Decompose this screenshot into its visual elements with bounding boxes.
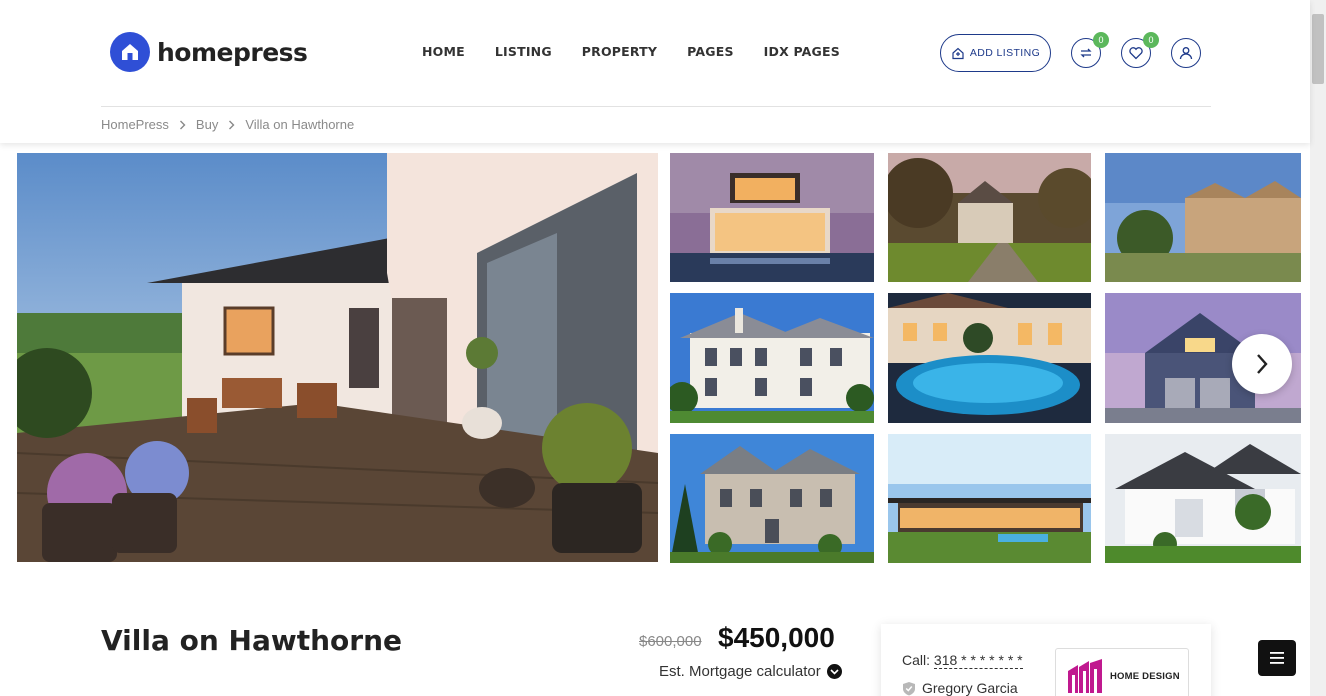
favorites-button[interactable]: 0 — [1121, 32, 1159, 68]
agency-building-icon — [1068, 659, 1102, 693]
hamburger-icon — [1270, 652, 1284, 664]
thumbnail-photo[interactable] — [888, 293, 1091, 423]
agent-name-row: Gregory Garcia — [902, 680, 1018, 696]
nav-listing[interactable]: LISTING — [495, 44, 552, 59]
breadcrumb-home[interactable]: HomePress — [101, 117, 169, 132]
agent-phone[interactable]: 318 * * * * * * * — [933, 652, 1023, 669]
menu-button[interactable] — [1258, 640, 1296, 676]
compare-button[interactable]: 0 — [1071, 32, 1109, 68]
thumbnail-photo[interactable] — [670, 434, 874, 563]
thumbnail-photo[interactable] — [670, 153, 874, 282]
agency-logo[interactable]: HOME DESIGN — [1055, 648, 1189, 696]
agent-card: Call: 318 * * * * * * * Gregory Garcia H… — [881, 624, 1211, 696]
header-divider — [101, 106, 1211, 107]
breadcrumb-buy[interactable]: Buy — [196, 117, 218, 132]
user-icon — [1179, 47, 1193, 60]
site-header: homepress HOME LISTING PROPERTY PAGES ID… — [0, 0, 1310, 143]
heart-icon — [1129, 47, 1143, 60]
agent-call: Call: 318 * * * * * * * — [902, 652, 1023, 669]
add-listing-label: ADD LISTING — [969, 47, 1041, 59]
nav-home[interactable]: HOME — [422, 44, 465, 59]
hero-photo[interactable] — [17, 153, 658, 562]
favorites-count-badge: 0 — [1143, 32, 1159, 48]
thumbnail-photo[interactable] — [1105, 434, 1301, 563]
nav-idx-pages[interactable]: IDX PAGES — [764, 44, 840, 59]
agency-name: HOME DESIGN — [1110, 670, 1180, 682]
thumbnail-photo[interactable] — [670, 293, 874, 423]
home-logo-icon — [110, 32, 150, 72]
old-price: $600,000 — [639, 633, 702, 650]
compare-count-badge: 0 — [1093, 32, 1109, 48]
breadcrumb: HomePress Buy Villa on Hawthorne — [101, 117, 354, 132]
verified-shield-icon — [903, 681, 915, 695]
compare-icon — [1080, 48, 1092, 58]
account-button[interactable] — [1171, 38, 1201, 68]
chevron-right-icon — [179, 120, 186, 130]
chevron-right-icon — [228, 120, 235, 130]
scrollbar-thumb[interactable] — [1312, 14, 1324, 84]
page: homepress HOME LISTING PROPERTY PAGES ID… — [0, 0, 1326, 696]
mortgage-label: Est. Mortgage calculator — [659, 663, 821, 680]
chevron-right-icon — [1257, 354, 1268, 374]
nav-property[interactable]: PROPERTY — [582, 44, 657, 59]
logo[interactable]: homepress — [110, 32, 308, 72]
agent-name[interactable]: Gregory Garcia — [922, 680, 1018, 696]
gallery-next-button[interactable] — [1232, 334, 1292, 394]
thumbnail-photo[interactable] — [1105, 153, 1301, 282]
current-price: $450,000 — [718, 622, 835, 653]
main-nav: HOME LISTING PROPERTY PAGES IDX PAGES — [422, 44, 870, 59]
listing-title: Villa on Hawthorne — [101, 624, 403, 657]
chevron-down-icon — [826, 664, 842, 679]
add-listing-button[interactable]: ADD LISTING — [940, 34, 1051, 72]
call-label: Call: — [902, 652, 931, 668]
thumbnail-photo[interactable] — [888, 434, 1091, 563]
mortgage-calculator-toggle[interactable]: Est. Mortgage calculator — [659, 663, 842, 680]
nav-pages[interactable]: PAGES — [687, 44, 734, 59]
add-home-icon — [952, 47, 964, 60]
logo-text: homepress — [157, 37, 308, 67]
breadcrumb-current: Villa on Hawthorne — [245, 117, 355, 132]
thumbnail-photo[interactable] — [888, 153, 1091, 282]
page-scrollbar[interactable] — [1310, 0, 1326, 696]
